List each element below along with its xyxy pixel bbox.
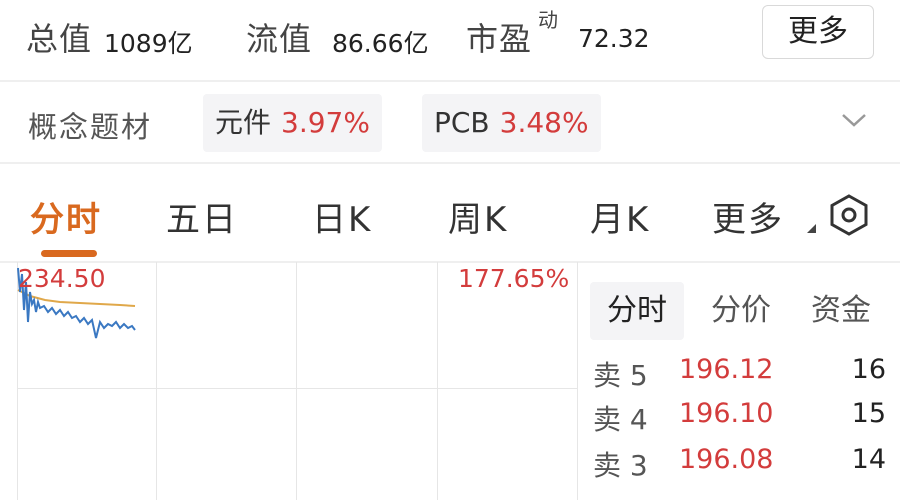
active-tab-indicator [41, 250, 97, 257]
chevron-down-icon[interactable] [840, 110, 868, 130]
float-value-label: 流值 [246, 20, 313, 58]
tab-more[interactable]: 更多 [712, 192, 784, 241]
float-value: 86.66亿 [332, 29, 429, 58]
order-row-label: 卖 4 [593, 403, 648, 436]
order-row: 卖 5 196.12 16 [585, 354, 900, 398]
order-row-label: 卖 5 [593, 359, 648, 392]
tab-daily-k[interactable]: 日K [312, 192, 372, 241]
total-value-label: 总值 [26, 20, 93, 58]
concept-chip-components[interactable]: 元件 3.97% [203, 94, 382, 152]
order-row: 卖 4 196.10 15 [585, 398, 900, 442]
order-row-volume: 14 [851, 444, 886, 475]
order-row-price: 196.10 [679, 398, 774, 429]
more-button[interactable]: 更多 [762, 5, 874, 59]
chip-name: 元件 [215, 106, 272, 139]
order-row: 卖 3 196.08 14 [585, 444, 900, 488]
period-tabs: 分时 五日 日K 周K 月K 更多 [0, 172, 900, 262]
panel-tab-price[interactable]: 分价 [694, 282, 788, 340]
divider [0, 162, 900, 164]
concept-bar: 概念题材 元件 3.97% PCB 3.48% [0, 82, 900, 162]
order-row-label: 卖 3 [593, 449, 648, 482]
order-book-panel: 分时 分价 资金 卖 5 196.12 16 卖 4 196.10 15 卖 3… [585, 262, 900, 500]
intraday-chart: 234.50 177.65% [0, 262, 580, 500]
order-row-volume: 16 [851, 354, 886, 385]
summary-bar: 总值 1089亿 流值 86.66亿 市盈 动 72.32 更多 [0, 0, 900, 78]
tab-monthly-k[interactable]: 月K [590, 192, 650, 241]
chart-high-price: 234.50 [18, 264, 106, 293]
price-line-chart [17, 267, 136, 339]
total-value: 1089亿 [104, 29, 193, 58]
hexagon-settings-icon[interactable] [827, 193, 871, 237]
caret-down-icon [807, 224, 816, 233]
panel-tab-intraday[interactable]: 分时 [590, 282, 684, 340]
panel-tab-funds[interactable]: 资金 [794, 282, 888, 340]
tab-five-day[interactable]: 五日 [166, 192, 238, 241]
concept-chip-pcb[interactable]: PCB 3.48% [422, 94, 601, 152]
chip-pct: 3.97% [281, 106, 370, 139]
chip-pct: 3.48% [499, 106, 589, 139]
order-row-volume: 15 [851, 398, 886, 429]
tab-weekly-k[interactable]: 周K [448, 192, 508, 241]
order-row-price: 196.12 [679, 354, 774, 385]
chip-name: PCB [434, 106, 490, 139]
chart-high-pct: 177.65% [458, 264, 570, 293]
panel-tabs: 分时 分价 资金 [590, 282, 895, 342]
tab-intraday[interactable]: 分时 [30, 192, 102, 241]
order-row-price: 196.08 [679, 444, 774, 475]
concept-label: 概念题材 [28, 110, 153, 144]
pe-value: 72.32 [578, 24, 650, 53]
pe-superscript: 动 [538, 8, 558, 32]
pe-label: 市盈 [466, 20, 533, 58]
